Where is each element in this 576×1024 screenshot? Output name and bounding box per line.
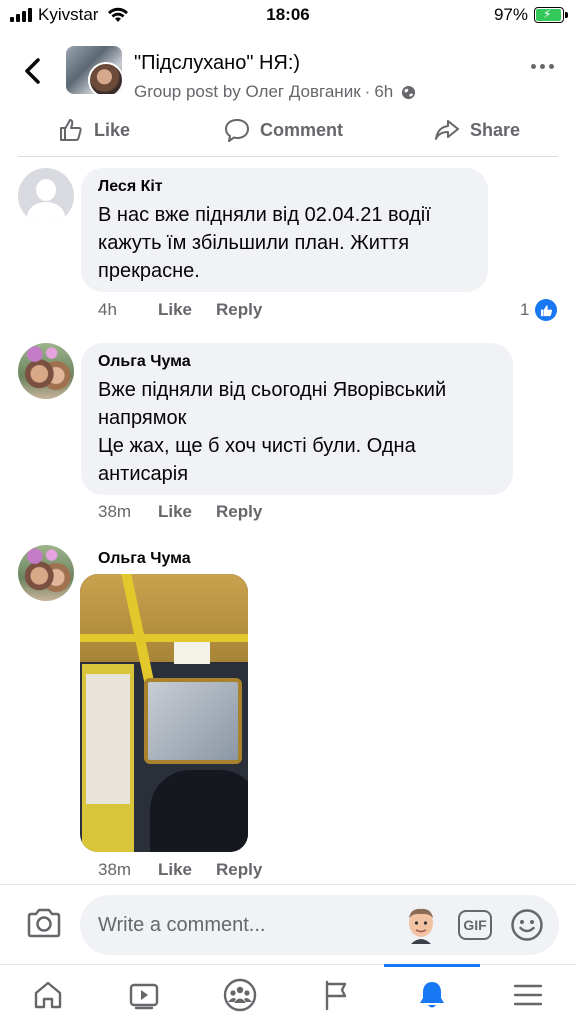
comment-bubble[interactable]: Ольга Чума Вже підняли від сьогодні Явор… [81,343,513,495]
tab-watch[interactable] [96,965,192,1024]
photo-seat [150,770,248,852]
comment-meta: 38m Like Reply [98,860,262,880]
globe-icon [402,85,416,99]
like-reaction-icon [535,299,558,321]
photo-ceiling [80,574,248,662]
notifications-icon [420,982,444,1008]
bus-interior-photo[interactable] [80,574,248,852]
comment-author[interactable]: Ольга Чума [98,353,497,371]
status-time: 18:06 [266,5,310,24]
comment-label: Comment [260,119,344,140]
camera-icon[interactable] [26,907,62,939]
group-avatar[interactable] [66,46,122,94]
comment-author[interactable]: Леся Кіт [98,178,472,196]
poster-avatar [88,62,122,94]
menu-icon [513,984,543,1006]
watch-icon [129,983,159,1010]
share-button[interactable]: Share [434,110,520,150]
tab-pages[interactable] [288,965,384,1024]
tab-home[interactable] [0,965,96,1024]
bottom-tab-bar [0,964,576,1024]
photo-avatar[interactable] [18,545,74,601]
post-actions: Like Comment Share [0,110,576,156]
comment-composer: GIF [0,884,576,964]
reaction-count: 1 [520,300,530,319]
photo-window [144,678,242,764]
avatar-sticker-icon[interactable] [403,906,439,944]
comment-reply-button[interactable]: Reply [216,300,262,320]
tab-groups[interactable] [192,965,288,1024]
groups-icon [223,978,257,1012]
comment-time: 38m [98,860,132,879]
subtitle-separator: · [364,82,371,101]
gif-button[interactable]: GIF [458,910,492,940]
photo-notice [174,642,210,664]
comment-like-button[interactable]: Like [158,502,192,522]
charging-icon: ⚡ [543,7,552,21]
emoji-icon[interactable] [510,908,544,942]
share-label: Share [470,119,521,140]
thumbs-up-icon [60,119,82,141]
like-label: Like [94,119,131,140]
comment-author[interactable]: Ольга Чума [98,550,191,568]
pages-icon [325,980,347,1011]
tab-notifications[interactable] [384,964,480,1024]
back-icon[interactable] [20,56,46,86]
post-author-line[interactable]: Group post by Олег Довганик [134,82,361,102]
divider [18,156,558,157]
group-title[interactable]: "Підслухано" НЯ:) [134,52,300,75]
home-icon [34,981,62,1009]
post-header: "Підслухано" НЯ:) Group post by Олег Дов… [0,38,576,108]
status-right: 97% ⚡ [493,5,568,25]
photo-door [86,674,130,804]
comment-meta: 4h Like Reply [98,300,262,320]
comment-like-button[interactable]: Like [158,300,192,320]
reaction-summary[interactable]: 1 [520,299,558,321]
photo-avatar[interactable] [18,343,74,399]
battery-icon: ⚡ [534,7,568,23]
like-button[interactable]: Like [58,110,130,150]
comment-text: В нас вже підняли від 02.04.21 водії каж… [98,204,431,282]
comment-reply-button[interactable]: Reply [216,502,262,522]
post-time: 6h [374,82,394,101]
comment-time: 38m [98,502,132,521]
comment-like-button[interactable]: Like [158,860,192,880]
photo-handrail [80,634,248,642]
comment-text: Вже підняли від сьогодні Яворівський нап… [98,379,447,485]
default-avatar[interactable] [18,168,74,224]
comment-input-wrap[interactable]: GIF [80,895,559,955]
status-bar: Kyivstar 18:06 97% ⚡ [0,0,576,30]
battery-cap [565,12,568,18]
more-icon[interactable] [531,64,554,69]
share-icon [435,120,459,140]
tab-menu[interactable] [480,965,576,1024]
comment-input[interactable] [98,895,388,955]
post-subtitle: Group post by Олег Довганик · 6h [134,82,416,102]
comment-icon [225,119,249,142]
comment-reply-button[interactable]: Reply [216,860,262,880]
comment-meta: 38m Like Reply [98,502,262,522]
comment-bubble[interactable]: Леся Кіт В нас вже підняли від 02.04.21 … [81,168,488,292]
comment-time: 4h [98,300,117,319]
battery-percent: 97% [493,5,528,24]
comment-button[interactable]: Comment [224,110,343,150]
